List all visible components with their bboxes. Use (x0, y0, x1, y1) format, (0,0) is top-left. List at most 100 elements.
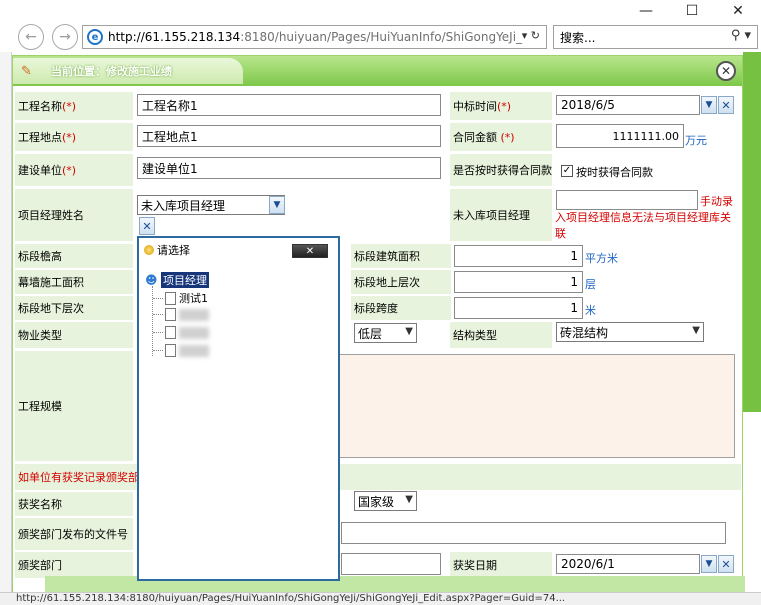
chevron-down-icon: ▼ (692, 325, 700, 336)
scale-textarea[interactable] (339, 354, 735, 458)
contract-amount-label-text: 合同金额 (453, 131, 497, 144)
bid-time-input[interactable]: 2018/6/5 (556, 95, 700, 115)
award-date-clear-button[interactable]: ✕ (718, 555, 734, 573)
document-icon (165, 291, 176, 305)
property-label: 物业类型 (15, 322, 133, 348)
structure-select[interactable]: 砖混结构 ▼ (556, 322, 704, 342)
pm-unregistered-label: 未入库项目经理 (450, 189, 552, 241)
curtain-label: 幕墙施工面积 (15, 270, 133, 294)
area-label: 标段建筑面积 (351, 244, 451, 268)
pm-note: 手动录入项目经理信息无法与项目经理库关联 (555, 195, 733, 240)
required-mark: (*) (62, 130, 77, 144)
maximize-icon[interactable]: ☐ (669, 0, 715, 22)
contract-amount-label: 合同金额 (*) (450, 123, 552, 151)
chevron-down-icon: ▼ (405, 494, 413, 505)
panel-close-button[interactable]: ✕ (716, 61, 736, 81)
search-input[interactable]: 搜索... ⚲ ▾ (553, 25, 758, 49)
builder-label: 建设单位 (*) (15, 154, 133, 186)
tree-item[interactable] (153, 326, 209, 339)
popup-header: 请选择 ✕ (139, 238, 338, 262)
builder-input[interactable]: 建设单位1 (137, 157, 441, 179)
forward-button[interactable]: → (52, 24, 78, 50)
background-scrollbar (743, 52, 761, 412)
browser-navbar: ← → e http://61.155.218.134 :8180/huiyua… (0, 22, 761, 52)
pm-name-clear-button[interactable]: ✕ (139, 217, 155, 235)
span-unit: 米 (585, 304, 596, 317)
award-level-select[interactable]: 国家级 ▼ (354, 491, 417, 511)
award-date-input[interactable]: 2020/6/1 (556, 554, 700, 574)
award-dept-input[interactable] (341, 553, 441, 575)
tree-dash (153, 297, 163, 299)
popup-close-button[interactable]: ✕ (292, 244, 328, 258)
breadcrumb-text: 当前位置：修改施工业绩 (51, 65, 172, 78)
redacted-label (179, 344, 209, 357)
status-bar: http://61.155.218.134:8180/huiyuan/Pages… (0, 592, 761, 605)
redacted-label (179, 326, 209, 339)
tree-dash (153, 314, 163, 315)
tree-dash (153, 332, 163, 333)
popup-title: 请选择 (157, 244, 190, 257)
award-level-value: 国家级 (358, 494, 395, 509)
above-floors-unit: 层 (585, 278, 596, 291)
required-mark: (*) (500, 130, 515, 144)
tree-dash (153, 350, 163, 351)
structure-value: 砖混结构 (560, 325, 609, 340)
tree-root[interactable]: ☻ 项目经理 (145, 272, 209, 288)
back-button[interactable]: ← (18, 24, 44, 50)
floor-type-select[interactable]: 低层 ▼ (354, 323, 417, 343)
contract-amount-input[interactable]: 1111111.00 (556, 124, 684, 148)
below-floors-label: 标段地下层次 (15, 296, 133, 320)
pm-name-label: 项目经理姓名 (15, 189, 133, 241)
document-icon (165, 308, 176, 321)
span-label: 标段跨度 (351, 296, 451, 320)
search-icon[interactable]: ⚲ ▾ (731, 28, 751, 43)
address-bar[interactable]: e http://61.155.218.134 :8180/huiyuan/Pa… (82, 25, 547, 49)
project-location-input[interactable]: 工程地点1 (137, 125, 441, 147)
above-floors-label: 标段地上层次 (351, 270, 451, 294)
close-icon: ✕ (720, 64, 732, 78)
on-time-checkbox[interactable]: ✓ (561, 165, 573, 177)
required-mark: (*) (62, 163, 77, 177)
on-time-label: 是否按时获得合同款 (450, 154, 552, 186)
contract-amount-unit: 万元 (685, 134, 707, 147)
pm-name-select[interactable]: 未入库项目经理 (137, 195, 285, 215)
award-doc-label: 颁奖部门发布的文件号 (15, 518, 133, 550)
pm-name-dropdown-button[interactable]: ▼ (269, 196, 285, 214)
area-unit: 平方米 (585, 252, 618, 265)
project-name-label: 工程名称 (*) (15, 92, 133, 120)
pm-selector-popup: 请选择 ✕ ☻ 项目经理 测试1 (137, 236, 340, 581)
panel-header: ✎ 当前位置：修改施工业绩 ✕ (13, 56, 742, 86)
pm-tree: ☻ 项目经理 测试1 (145, 270, 330, 570)
bid-time-clear-button[interactable]: ✕ (718, 96, 734, 114)
forward-arrow-icon: → (59, 29, 71, 45)
award-date-dropdown-button[interactable]: ▼ (701, 555, 717, 573)
required-mark: (*) (497, 99, 512, 113)
ie-logo-icon: e (87, 29, 103, 45)
project-name-input[interactable]: 工程名称1 (137, 94, 441, 116)
minimize-icon[interactable]: — (623, 0, 669, 22)
bid-time-dropdown-button[interactable]: ▼ (701, 96, 717, 114)
close-window-icon[interactable]: ✕ (715, 0, 761, 22)
redacted-label (179, 308, 209, 321)
tree-root-label: 项目经理 (161, 272, 209, 288)
above-floors-input[interactable]: 1 (454, 271, 583, 293)
chevron-down-icon: ▼ (405, 326, 413, 337)
pencil-icon: ✎ (21, 64, 32, 79)
height-label: 标段檐高 (15, 244, 133, 268)
award-dept-label: 颁奖部门 (15, 552, 133, 578)
award-date-label: 获奖日期 (450, 552, 552, 578)
url-path: :8180/huiyuan/Pages/HuiYuanInfo/ShiGongY… (240, 30, 523, 44)
tree-item-label: 测试1 (179, 292, 208, 305)
url-controls[interactable]: ▾ ↻ (522, 29, 540, 42)
person-icon: ☻ (145, 273, 158, 287)
area-input[interactable]: 1 (454, 245, 583, 267)
award-name-label: 获奖名称 (15, 492, 133, 516)
bid-time-label-text: 中标时间 (453, 100, 497, 113)
tree-item[interactable]: 测试1 (153, 290, 208, 306)
document-icon (165, 326, 176, 339)
tree-item[interactable] (153, 308, 209, 321)
span-input[interactable]: 1 (454, 297, 583, 319)
tree-item[interactable] (153, 344, 209, 357)
award-doc-input[interactable] (341, 522, 726, 544)
on-time-checkbox-label: 按时获得合同款 (576, 166, 653, 179)
